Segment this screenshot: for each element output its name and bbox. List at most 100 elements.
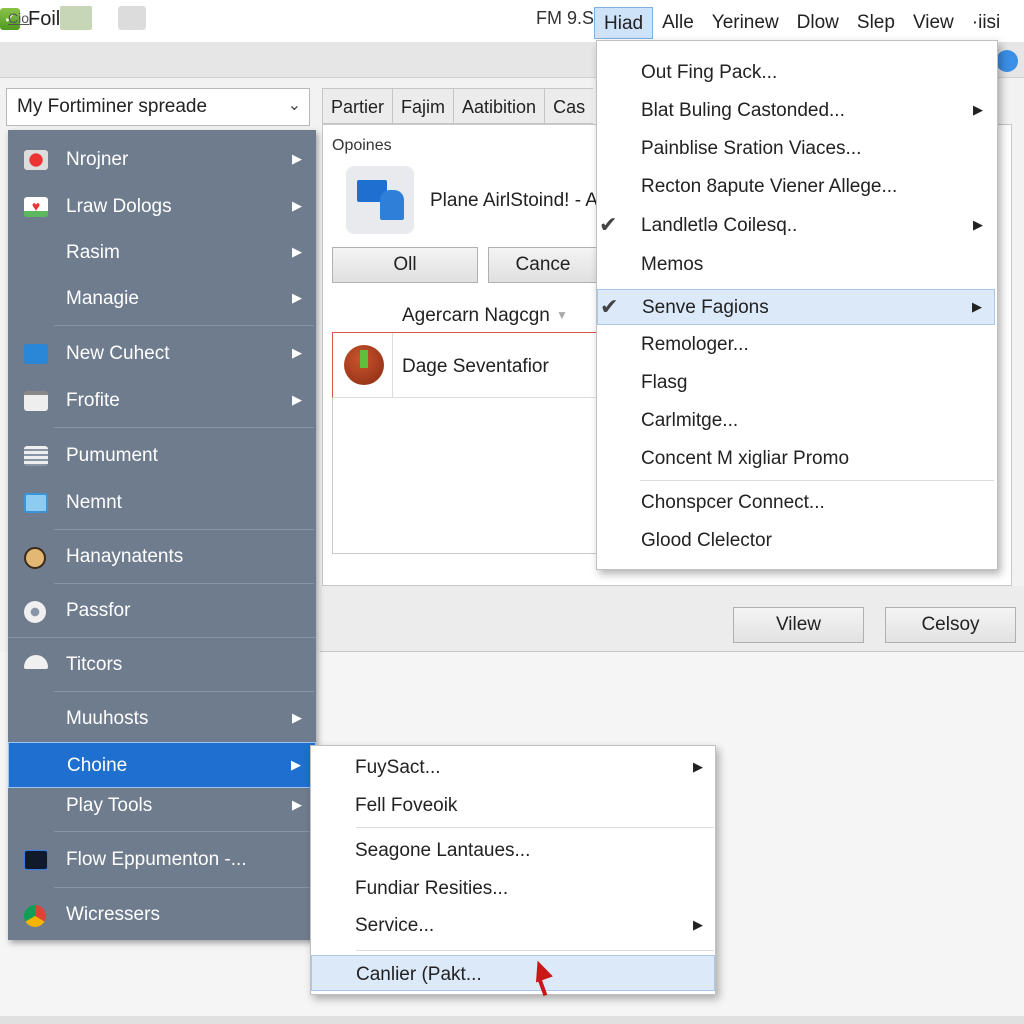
menu-overflow[interactable]: ·iisi (963, 7, 1010, 39)
submenu-item-seagone-lantaues[interactable]: Seagone Lantaues... (311, 832, 715, 868)
menu-dlow[interactable]: Dlow (788, 7, 848, 39)
submenu-arrow-icon: ▶ (292, 151, 302, 166)
submenu-item-fuysact[interactable]: FuySact... ▶ (311, 749, 715, 785)
row-divider (392, 333, 393, 397)
ok-button[interactable]: Oll (332, 247, 478, 283)
menu-separator (54, 887, 314, 888)
submenu-arrow-icon: ▶ (693, 759, 703, 774)
menu-item-choine[interactable]: Choine ▶ (8, 742, 316, 788)
hiad-item-carlmitge[interactable]: Carlmitge... (597, 403, 995, 439)
menu-separator (640, 480, 994, 481)
hiad-item-landlete[interactable]: ✔ Landletlə Coilesq.. ▶ (597, 208, 995, 244)
menu-hiad[interactable]: Hiad (594, 7, 654, 39)
menu-separator (8, 637, 316, 638)
window-icon (24, 391, 48, 411)
tab-aatibition[interactable]: Aatibition (453, 88, 545, 124)
profile-select-value: My Fortiminer spreade (17, 96, 208, 117)
submenu-arrow-icon: ▶ (973, 217, 983, 232)
chrome-icon (24, 905, 46, 927)
view-button[interactable]: Vilew (733, 607, 864, 643)
menu-item-nemnt[interactable]: Nemnt (8, 480, 316, 526)
hiad-item-chonspcer-connect[interactable]: Chonspcer Connect... (597, 485, 995, 521)
menu-item-pumument[interactable]: Pumument (8, 433, 316, 479)
status-bar (0, 1016, 1024, 1024)
hiad-item-flasg[interactable]: Flasg (597, 365, 995, 401)
menu-item-play-tools[interactable]: Play Tools ▶ (8, 783, 316, 829)
submenu-item-fell-foveoik[interactable]: Fell Foveoik (311, 787, 715, 823)
toolbar-chart-icon[interactable] (60, 6, 92, 30)
menu-separator (54, 529, 314, 530)
clock-icon (24, 547, 46, 569)
tab-cas[interactable]: Cas (544, 88, 594, 124)
toolbar-status: FM 9.S (536, 8, 595, 28)
options-label: Opoines (332, 137, 392, 154)
menu-separator (356, 950, 714, 951)
menu-item-muuhosts[interactable]: Muuhosts ▶ (8, 696, 316, 742)
menu-item-titcors[interactable]: Titcors (8, 642, 316, 688)
cancel-button[interactable]: Cance (488, 247, 598, 283)
chevron-down-icon: ⌄ (287, 97, 301, 114)
list-column-header[interactable]: Agercarn Nagcgn (402, 305, 550, 327)
profile-select[interactable]: My Fortiminer spreade ⌄ (6, 88, 310, 126)
menu-item-nrojner[interactable]: Nrojner ▶ (8, 137, 316, 183)
menu-separator (54, 583, 314, 584)
submenu-arrow-icon: ▶ (972, 299, 982, 314)
menu-slep[interactable]: Slep (848, 7, 904, 39)
tab-partier[interactable]: Partier (322, 88, 393, 124)
gear-icon (24, 601, 46, 623)
menu-item-rasim[interactable]: Rasim ▶ (8, 230, 316, 276)
hiad-item-remologer[interactable]: Remologer... (597, 327, 995, 363)
menu-item-flow-eppumenton[interactable]: Flow Eppumenton -... (8, 837, 316, 883)
stack-icon (24, 446, 48, 466)
hiad-item-concent-promo[interactable]: Concent M xigliar Promo (597, 441, 995, 477)
mushroom-icon (24, 655, 48, 669)
blue-tile-icon (24, 344, 48, 364)
hiad-item-glood-clelector[interactable]: Glood Clelector (597, 523, 995, 559)
list-item-label: Dage Seventafior (402, 356, 549, 377)
menu-alle[interactable]: Alle (653, 7, 703, 39)
menu-item-frofite[interactable]: Frofite ▶ (8, 378, 316, 424)
app-dark-icon (24, 850, 48, 870)
hiad-item-painblise[interactable]: Painblise Sration Viaces... (597, 131, 995, 167)
menu-separator (54, 831, 314, 832)
close-button[interactable]: Celsoy (885, 607, 1016, 643)
submenu-arrow-icon: ▶ (973, 102, 983, 117)
submenu-arrow-icon: ▶ (693, 917, 703, 932)
person-icon (380, 190, 404, 220)
check-icon: ✔ (600, 294, 619, 319)
submenu-arrow-icon: ▶ (292, 797, 302, 812)
submenu-arrow-icon: ▶ (292, 345, 302, 360)
submenu-item-canlier-pakt[interactable]: Canlier (Pakt... (311, 955, 715, 991)
menu-yerinew[interactable]: Yerinew (703, 7, 788, 39)
check-icon: ✔ (599, 212, 618, 237)
submenu-item-service[interactable]: Service... ▶ (311, 907, 715, 943)
sync-icon[interactable] (996, 50, 1018, 72)
hiad-item-out-fing-pack[interactable]: Out Fing Pack... (597, 55, 995, 91)
tab-fajim[interactable]: Fajim (392, 88, 454, 124)
menu-item-lraw-dologs[interactable]: ♥ Lraw Dologs ▶ (8, 184, 316, 230)
submenu-arrow-icon: ▶ (292, 392, 302, 407)
hiad-item-memos[interactable]: Memos (597, 247, 995, 283)
hiad-item-blat-buling[interactable]: Blat Buling Castonded... ▶ (597, 93, 995, 129)
menu-item-wicressers[interactable]: Wicressers (8, 892, 316, 938)
submenu-arrow-icon: ▶ (291, 757, 301, 772)
menu-separator (54, 427, 314, 428)
hiad-item-recton[interactable]: Recton 8apute Viener Allege... (597, 169, 995, 205)
tab-bar: Partier Fajim Aatibition Cas (322, 88, 594, 124)
menu-item-passfor[interactable]: Passfor (8, 588, 316, 634)
menu-separator (356, 827, 714, 828)
menu-item-new-cuhect[interactable]: New Cuhect ▶ (8, 331, 316, 377)
menu-item-managie[interactable]: Managie ▶ (8, 276, 316, 322)
toolbar-shield-icon[interactable] (118, 6, 146, 30)
app-name: Plane AirlStoind! - A (430, 190, 598, 211)
submenu-item-fundiar-resities[interactable]: Fundiar Resities... (311, 870, 715, 906)
submenu-arrow-icon: ▶ (292, 290, 302, 305)
menu-item-hanaynatents[interactable]: Hanaynatents (8, 534, 316, 580)
submenu-arrow-icon: ▶ (292, 710, 302, 725)
hiad-item-senve-fagions[interactable]: ✔ Senve Fagions ▶ (597, 289, 995, 325)
document-icon (24, 493, 48, 513)
menu-view[interactable]: View (904, 7, 963, 39)
toolbar-button-cio[interactable]: Cio (8, 6, 40, 30)
heart-icon: ♥ (24, 197, 48, 217)
sort-down-icon[interactable]: ▼ (556, 308, 568, 322)
